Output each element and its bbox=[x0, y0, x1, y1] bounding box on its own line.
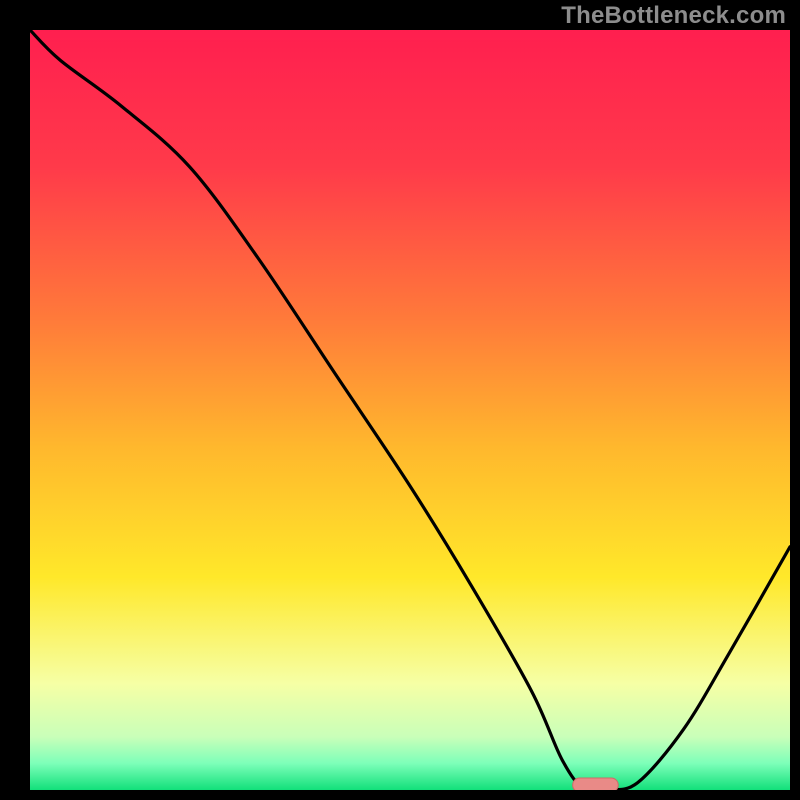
plot-area bbox=[30, 30, 790, 790]
watermark-text: TheBottleneck.com bbox=[561, 2, 786, 30]
optimal-marker bbox=[573, 778, 619, 792]
bottleneck-chart bbox=[0, 0, 800, 800]
chart-frame: { "watermark": "TheBottleneck.com", "col… bbox=[0, 0, 800, 800]
